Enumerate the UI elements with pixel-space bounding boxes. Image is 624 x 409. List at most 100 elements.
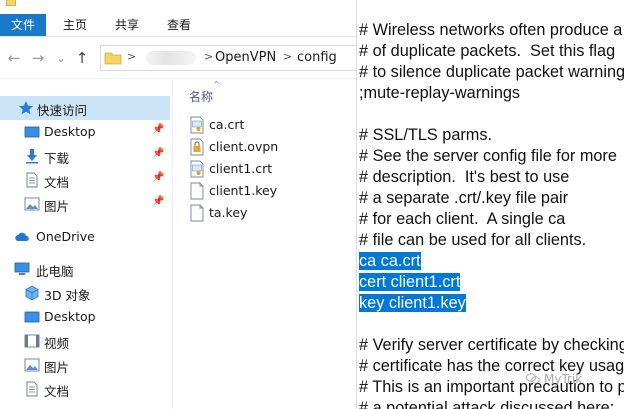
config-line-text: ;mute-replay-warnings [359, 84, 521, 102]
nav-item-this-pc[interactable]: 此电脑 [0, 257, 170, 281]
config-line: # description. It's best to use [359, 167, 624, 188]
download-icon [26, 149, 38, 164]
file-icon [190, 204, 204, 222]
column-header-name[interactable]: 名称 [189, 88, 213, 105]
watermark-text: MyTrik [544, 372, 583, 386]
star-icon [18, 101, 34, 115]
chevron-right-icon[interactable]: > [283, 50, 292, 63]
pin-icon: 📌 [152, 196, 165, 207]
up-button[interactable]: ↑ [74, 49, 90, 67]
file-name: client1.crt [209, 161, 273, 176]
recent-locations-button[interactable]: ⌄ [53, 49, 69, 67]
breadcrumb-config[interactable]: config [297, 50, 337, 65]
sort-indicator-icon: ^ [213, 80, 220, 89]
lock-file-icon [190, 138, 204, 156]
notepad-editor[interactable]: # Wireless networks often produce a lot #… [356, 0, 624, 409]
config-line-text: # to silence duplicate packet warnings. [359, 63, 624, 81]
config-line-text: # This is an important precaution to pro… [359, 378, 624, 396]
document-icon [26, 381, 38, 397]
forward-button[interactable]: → [30, 49, 46, 67]
nav-item-onedrive[interactable]: OneDrive [0, 225, 170, 249]
video-icon [24, 334, 40, 348]
pin-icon: 📌 [152, 124, 165, 135]
nav-item-documents-pinned[interactable]: 文档 📌 [0, 168, 170, 192]
config-line-text: # for each client. A single ca [359, 210, 566, 228]
config-line [359, 104, 624, 125]
address-path-box[interactable]: > > OpenVPN > config [100, 45, 360, 71]
config-line: # for each client. A single ca [359, 209, 624, 230]
desktop-icon [24, 126, 40, 138]
nav-item-documents[interactable]: 文档 [0, 377, 170, 401]
file-row-client1-crt[interactable]: client1.crt [187, 158, 347, 180]
back-button[interactable]: ← [6, 49, 22, 67]
nav-item-quick-access[interactable]: 快速访问 [0, 96, 170, 120]
tab-home[interactable]: 主页 [52, 14, 98, 36]
config-line-text: # certificate has the correct key usage … [359, 357, 624, 375]
nav-item-downloads-pinned[interactable]: 下载 📌 [0, 144, 170, 168]
config-line-text: # Verify server certificate by checking … [359, 336, 624, 354]
chevron-right-icon[interactable]: > [204, 50, 213, 63]
config-line: # certificate has the correct key usage … [359, 356, 624, 377]
tab-file[interactable]: 文件 [0, 14, 46, 36]
navigation-pane: 快速访问 Desktop 📌 下载 📌 文档 📌 图片 📌 OneDrive 此… [0, 80, 172, 409]
config-line-text: # a potential attack discussed here: [359, 399, 615, 409]
config-line-text: # description. It's best to use [359, 168, 570, 186]
config-line-text: # SSL/TLS parms. [359, 126, 493, 144]
file-name: ca.crt [209, 117, 245, 132]
config-line: # Verify server certificate by checking … [359, 335, 624, 356]
config-line: # a separate .crt/.key file pair [359, 188, 624, 209]
config-line-text: # a separate .crt/.key file pair [359, 189, 569, 207]
config-line-text: # See the server config file for more [359, 147, 617, 165]
nav-item-label: 3D 对象 [44, 288, 91, 303]
file-name: client1.key [209, 183, 278, 198]
config-line-selected: key client1.key [359, 293, 624, 314]
tab-share[interactable]: 共享 [104, 14, 150, 36]
file-name: ta.key [209, 205, 248, 220]
cloud-icon [15, 232, 29, 241]
cube-icon [25, 285, 39, 301]
tab-view[interactable]: 查看 [156, 14, 202, 36]
nav-item-videos[interactable]: 视频 [0, 329, 170, 353]
ribbon-tabs: 文件 主页 共享 查看 [0, 8, 356, 37]
nav-item-label: 此电脑 [36, 264, 74, 279]
config-line: # Wireless networks often produce a lot [359, 20, 624, 41]
folder-icon [104, 52, 122, 65]
breadcrumb-openvpn[interactable]: OpenVPN [215, 50, 276, 65]
nav-item-label: 下载 [44, 151, 70, 166]
nav-item-desktop[interactable]: Desktop [0, 305, 170, 329]
config-line: # a potential attack discussed here: [359, 398, 624, 409]
chevron-right-icon[interactable]: > [127, 50, 136, 63]
config-line: ;mute-replay-warnings [359, 83, 624, 104]
blurred-path-segment [146, 51, 196, 65]
wechat-icon [526, 373, 540, 384]
certificate-icon [190, 160, 204, 178]
config-line-text: cert client1.crt [359, 273, 461, 291]
certificate-icon [190, 116, 204, 134]
config-line [359, 314, 624, 335]
file-row-client1-key[interactable]: client1.key [187, 180, 347, 202]
watermark: MyTrik [526, 372, 582, 386]
config-line: # See the server config file for more [359, 146, 624, 167]
nav-item-pictures-pinned[interactable]: 图片 📌 [0, 192, 170, 216]
file-row-ca-crt[interactable]: ca.crt [187, 114, 347, 136]
pin-icon: 📌 [152, 172, 165, 183]
file-row-client-ovpn[interactable]: client.ovpn [187, 136, 347, 158]
nav-item-label: 快速访问 [37, 103, 88, 118]
file-row-ta-key[interactable]: ta.key [187, 202, 347, 224]
config-line-text: key client1.key [359, 294, 466, 312]
nav-item-pictures[interactable]: 图片 [0, 353, 170, 377]
nav-item-label: 图片 [44, 360, 70, 375]
nav-item-desktop-pinned[interactable]: Desktop 📌 [0, 120, 170, 144]
config-line-selected: cert client1.crt [359, 272, 624, 293]
config-line-selected: ca ca.crt [359, 251, 624, 272]
config-line: # This is an important precaution to pro… [359, 377, 624, 398]
computer-icon [14, 262, 30, 275]
quick-access-folder-icon[interactable] [6, 0, 16, 6]
nav-item-label: 图片 [44, 199, 70, 214]
nav-item-3d-objects[interactable]: 3D 对象 [0, 281, 170, 305]
file-name: client.ovpn [209, 139, 279, 154]
config-line: # SSL/TLS parms. [359, 125, 624, 146]
pin-icon: 📌 [152, 148, 165, 159]
config-text-area[interactable]: # Wireless networks often produce a lot #… [359, 20, 624, 409]
nav-item-label: OneDrive [36, 229, 95, 244]
